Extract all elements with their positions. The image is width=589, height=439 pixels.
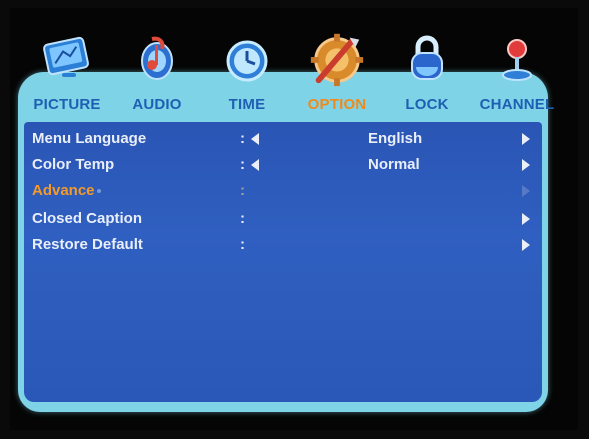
music-note-icon: [127, 28, 187, 88]
setting-row-color-temp[interactable]: Color Temp : Normal: [24, 154, 542, 176]
setting-separator: :: [240, 182, 245, 199]
setting-row-advance[interactable]: Advance :: [24, 180, 542, 202]
setting-label: Menu Language: [32, 130, 147, 147]
setting-separator: :: [240, 156, 245, 173]
arrow-left-icon[interactable]: [251, 133, 259, 145]
setting-label: Advance: [32, 182, 101, 199]
tab-audio[interactable]: AUDIO: [112, 28, 202, 120]
tab-label: AUDIO: [132, 96, 182, 113]
menu-tabs: PICTURE AUDIO TIME OPTION LOCK CHANNEL: [18, 28, 554, 120]
tab-label: CHANNEL: [479, 96, 555, 113]
option-settings-list: Menu Language : English Color Temp : Nor…: [24, 122, 542, 402]
setting-row-closed-caption[interactable]: Closed Caption :: [24, 208, 542, 230]
tab-label: TIME: [228, 96, 266, 113]
arrow-right-icon[interactable]: [522, 213, 530, 225]
setting-label: Color Temp: [32, 156, 115, 173]
arrow-right-icon[interactable]: [522, 159, 530, 171]
setting-row-menu-language[interactable]: Menu Language : English: [24, 128, 542, 150]
arrow-right-icon[interactable]: [522, 185, 530, 197]
tab-option[interactable]: OPTION: [292, 28, 382, 120]
setting-separator: :: [240, 210, 245, 227]
padlock-icon: [397, 28, 457, 88]
arrow-right-icon[interactable]: [522, 239, 530, 251]
tab-label: LOCK: [405, 96, 449, 113]
tab-label: OPTION: [307, 96, 367, 113]
arrow-right-icon[interactable]: [522, 133, 530, 145]
setting-separator: :: [240, 130, 245, 147]
arrow-left-icon[interactable]: [251, 159, 259, 171]
wrench-gear-icon: [307, 28, 367, 88]
tab-lock[interactable]: LOCK: [382, 28, 472, 120]
antenna-icon: [487, 28, 547, 88]
setting-label: Restore Default: [32, 236, 143, 253]
setting-label: Closed Caption: [32, 210, 143, 227]
monitor-icon: [37, 28, 97, 88]
tab-label: PICTURE: [33, 96, 101, 113]
setting-row-restore-default[interactable]: Restore Default :: [24, 234, 542, 256]
tab-picture[interactable]: PICTURE: [22, 28, 112, 120]
setting-value: English: [368, 130, 423, 147]
setting-separator: :: [240, 236, 245, 253]
clock-icon: [217, 28, 277, 88]
tab-channel[interactable]: CHANNEL: [472, 28, 562, 120]
setting-value: Normal: [368, 156, 420, 173]
tab-time[interactable]: TIME: [202, 28, 292, 120]
